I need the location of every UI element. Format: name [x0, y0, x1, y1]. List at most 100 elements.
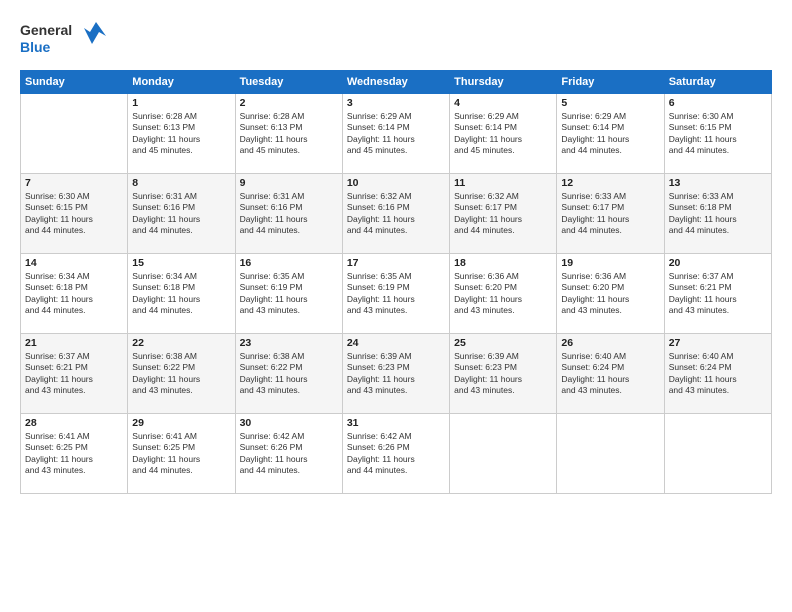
calendar-cell: 28 Sunrise: 6:41 AM Sunset: 6:25 PM Dayli…: [21, 414, 128, 494]
calendar-cell: [450, 414, 557, 494]
day-info: Sunrise: 6:36 AM Sunset: 6:20 PM Dayligh…: [454, 271, 552, 317]
day-number: 3: [347, 97, 445, 109]
calendar-cell: 3 Sunrise: 6:29 AM Sunset: 6:14 PM Daylig…: [342, 94, 449, 174]
day-number: 1: [132, 97, 230, 109]
svg-text:Blue: Blue: [20, 39, 51, 55]
calendar-cell: 10 Sunrise: 6:32 AM Sunset: 6:16 PM Dayli…: [342, 174, 449, 254]
day-number: 12: [561, 177, 659, 189]
calendar-cell: [21, 94, 128, 174]
day-info: Sunrise: 6:28 AM Sunset: 6:13 PM Dayligh…: [240, 111, 338, 157]
calendar-cell: 27Sunrise: 6:40 AM Sunset: 6:24 PM Dayli…: [664, 334, 771, 414]
calendar-cell: 22Sunrise: 6:38 AM Sunset: 6:22 PM Dayli…: [128, 334, 235, 414]
day-number: 13: [669, 177, 767, 189]
day-info: Sunrise: 6:37 AM Sunset: 6:21 PM Dayligh…: [25, 351, 123, 397]
day-info: Sunrise: 6:32 AM Sunset: 6:17 PM Dayligh…: [454, 191, 552, 237]
day-header-thursday: Thursday: [450, 71, 557, 94]
calendar-cell: 18 Sunrise: 6:36 AM Sunset: 6:20 PM Dayli…: [450, 254, 557, 334]
calendar-cell: 30 Sunrise: 6:42 AM Sunset: 6:26 PM Dayli…: [235, 414, 342, 494]
logo-svg: General Blue: [20, 18, 110, 60]
day-number: 10: [347, 177, 445, 189]
day-header-monday: Monday: [128, 71, 235, 94]
calendar-cell: [664, 414, 771, 494]
day-number: 20: [669, 257, 767, 269]
day-info: Sunrise: 6:32 AM Sunset: 6:16 PM Dayligh…: [347, 191, 445, 237]
calendar-cell: 4 Sunrise: 6:29 AM Sunset: 6:14 PM Daylig…: [450, 94, 557, 174]
calendar-cell: 9Sunrise: 6:31 AM Sunset: 6:16 PM Daylig…: [235, 174, 342, 254]
calendar-cell: 20 Sunrise: 6:37 AM Sunset: 6:21 PM Dayli…: [664, 254, 771, 334]
day-info: Sunrise: 6:39 AM Sunset: 6:23 PM Dayligh…: [454, 351, 552, 397]
calendar-cell: 26 Sunrise: 6:40 AM Sunset: 6:24 PM Dayli…: [557, 334, 664, 414]
day-number: 27: [669, 337, 767, 349]
day-header-sunday: Sunday: [21, 71, 128, 94]
day-number: 14: [25, 257, 123, 269]
day-number: 22: [132, 337, 230, 349]
calendar-cell: 31Sunrise: 6:42 AM Sunset: 6:26 PM Dayli…: [342, 414, 449, 494]
day-info: Sunrise: 6:34 AM Sunset: 6:18 PM Dayligh…: [25, 271, 123, 317]
day-info: Sunrise: 6:38 AM Sunset: 6:22 PM Dayligh…: [240, 351, 338, 397]
day-number: 28: [25, 417, 123, 429]
day-info: Sunrise: 6:42 AM Sunset: 6:26 PM Dayligh…: [240, 431, 338, 477]
day-info: Sunrise: 6:37 AM Sunset: 6:21 PM Dayligh…: [669, 271, 767, 317]
day-number: 15: [132, 257, 230, 269]
day-info: Sunrise: 6:35 AM Sunset: 6:19 PM Dayligh…: [347, 271, 445, 317]
day-info: Sunrise: 6:39 AM Sunset: 6:23 PM Dayligh…: [347, 351, 445, 397]
calendar-cell: 14 Sunrise: 6:34 AM Sunset: 6:18 PM Dayli…: [21, 254, 128, 334]
day-number: 26: [561, 337, 659, 349]
calendar-cell: 21 Sunrise: 6:37 AM Sunset: 6:21 PM Dayli…: [21, 334, 128, 414]
day-number: 9: [240, 177, 338, 189]
day-info: Sunrise: 6:41 AM Sunset: 6:25 PM Dayligh…: [132, 431, 230, 477]
calendar-cell: 5 Sunrise: 6:29 AM Sunset: 6:14 PM Daylig…: [557, 94, 664, 174]
calendar-cell: 2 Sunrise: 6:28 AM Sunset: 6:13 PM Daylig…: [235, 94, 342, 174]
day-header-wednesday: Wednesday: [342, 71, 449, 94]
calendar-cell: 16 Sunrise: 6:35 AM Sunset: 6:19 PM Dayli…: [235, 254, 342, 334]
day-info: Sunrise: 6:29 AM Sunset: 6:14 PM Dayligh…: [561, 111, 659, 157]
calendar-cell: 7Sunrise: 6:30 AM Sunset: 6:15 PM Daylig…: [21, 174, 128, 254]
day-info: Sunrise: 6:30 AM Sunset: 6:15 PM Dayligh…: [669, 111, 767, 157]
calendar-cell: 23 Sunrise: 6:38 AM Sunset: 6:22 PM Dayli…: [235, 334, 342, 414]
day-info: Sunrise: 6:28 AM Sunset: 6:13 PM Dayligh…: [132, 111, 230, 157]
day-info: Sunrise: 6:29 AM Sunset: 6:14 PM Dayligh…: [347, 111, 445, 157]
day-info: Sunrise: 6:33 AM Sunset: 6:18 PM Dayligh…: [669, 191, 767, 237]
header: General Blue: [20, 18, 772, 60]
calendar-cell: 12Sunrise: 6:33 AM Sunset: 6:17 PM Dayli…: [557, 174, 664, 254]
day-number: 25: [454, 337, 552, 349]
day-number: 23: [240, 337, 338, 349]
day-number: 11: [454, 177, 552, 189]
day-info: Sunrise: 6:41 AM Sunset: 6:25 PM Dayligh…: [25, 431, 123, 477]
day-info: Sunrise: 6:31 AM Sunset: 6:16 PM Dayligh…: [132, 191, 230, 237]
day-header-friday: Friday: [557, 71, 664, 94]
day-number: 29: [132, 417, 230, 429]
calendar-cell: 25 Sunrise: 6:39 AM Sunset: 6:23 PM Dayli…: [450, 334, 557, 414]
day-number: 2: [240, 97, 338, 109]
svg-text:General: General: [20, 22, 72, 38]
calendar-cell: 13 Sunrise: 6:33 AM Sunset: 6:18 PM Dayli…: [664, 174, 771, 254]
calendar-cell: 1 Sunrise: 6:28 AM Sunset: 6:13 PM Daylig…: [128, 94, 235, 174]
day-number: 8: [132, 177, 230, 189]
day-number: 24: [347, 337, 445, 349]
logo: General Blue: [20, 18, 110, 60]
calendar-cell: 24 Sunrise: 6:39 AM Sunset: 6:23 PM Dayli…: [342, 334, 449, 414]
day-number: 21: [25, 337, 123, 349]
day-number: 30: [240, 417, 338, 429]
day-number: 7: [25, 177, 123, 189]
calendar-cell: 11 Sunrise: 6:32 AM Sunset: 6:17 PM Dayli…: [450, 174, 557, 254]
day-number: 19: [561, 257, 659, 269]
day-number: 5: [561, 97, 659, 109]
calendar-cell: [557, 414, 664, 494]
day-info: Sunrise: 6:34 AM Sunset: 6:18 PM Dayligh…: [132, 271, 230, 317]
day-info: Sunrise: 6:42 AM Sunset: 6:26 PM Dayligh…: [347, 431, 445, 477]
day-info: Sunrise: 6:29 AM Sunset: 6:14 PM Dayligh…: [454, 111, 552, 157]
calendar-cell: 15 Sunrise: 6:34 AM Sunset: 6:18 PM Dayli…: [128, 254, 235, 334]
day-number: 16: [240, 257, 338, 269]
calendar: SundayMondayTuesdayWednesdayThursdayFrid…: [20, 70, 772, 494]
day-info: Sunrise: 6:35 AM Sunset: 6:19 PM Dayligh…: [240, 271, 338, 317]
day-header-saturday: Saturday: [664, 71, 771, 94]
day-info: Sunrise: 6:40 AM Sunset: 6:24 PM Dayligh…: [561, 351, 659, 397]
calendar-cell: 8 Sunrise: 6:31 AM Sunset: 6:16 PM Daylig…: [128, 174, 235, 254]
calendar-cell: 17 Sunrise: 6:35 AM Sunset: 6:19 PM Dayli…: [342, 254, 449, 334]
day-number: 17: [347, 257, 445, 269]
day-info: Sunrise: 6:36 AM Sunset: 6:20 PM Dayligh…: [561, 271, 659, 317]
day-number: 4: [454, 97, 552, 109]
day-number: 18: [454, 257, 552, 269]
day-header-tuesday: Tuesday: [235, 71, 342, 94]
